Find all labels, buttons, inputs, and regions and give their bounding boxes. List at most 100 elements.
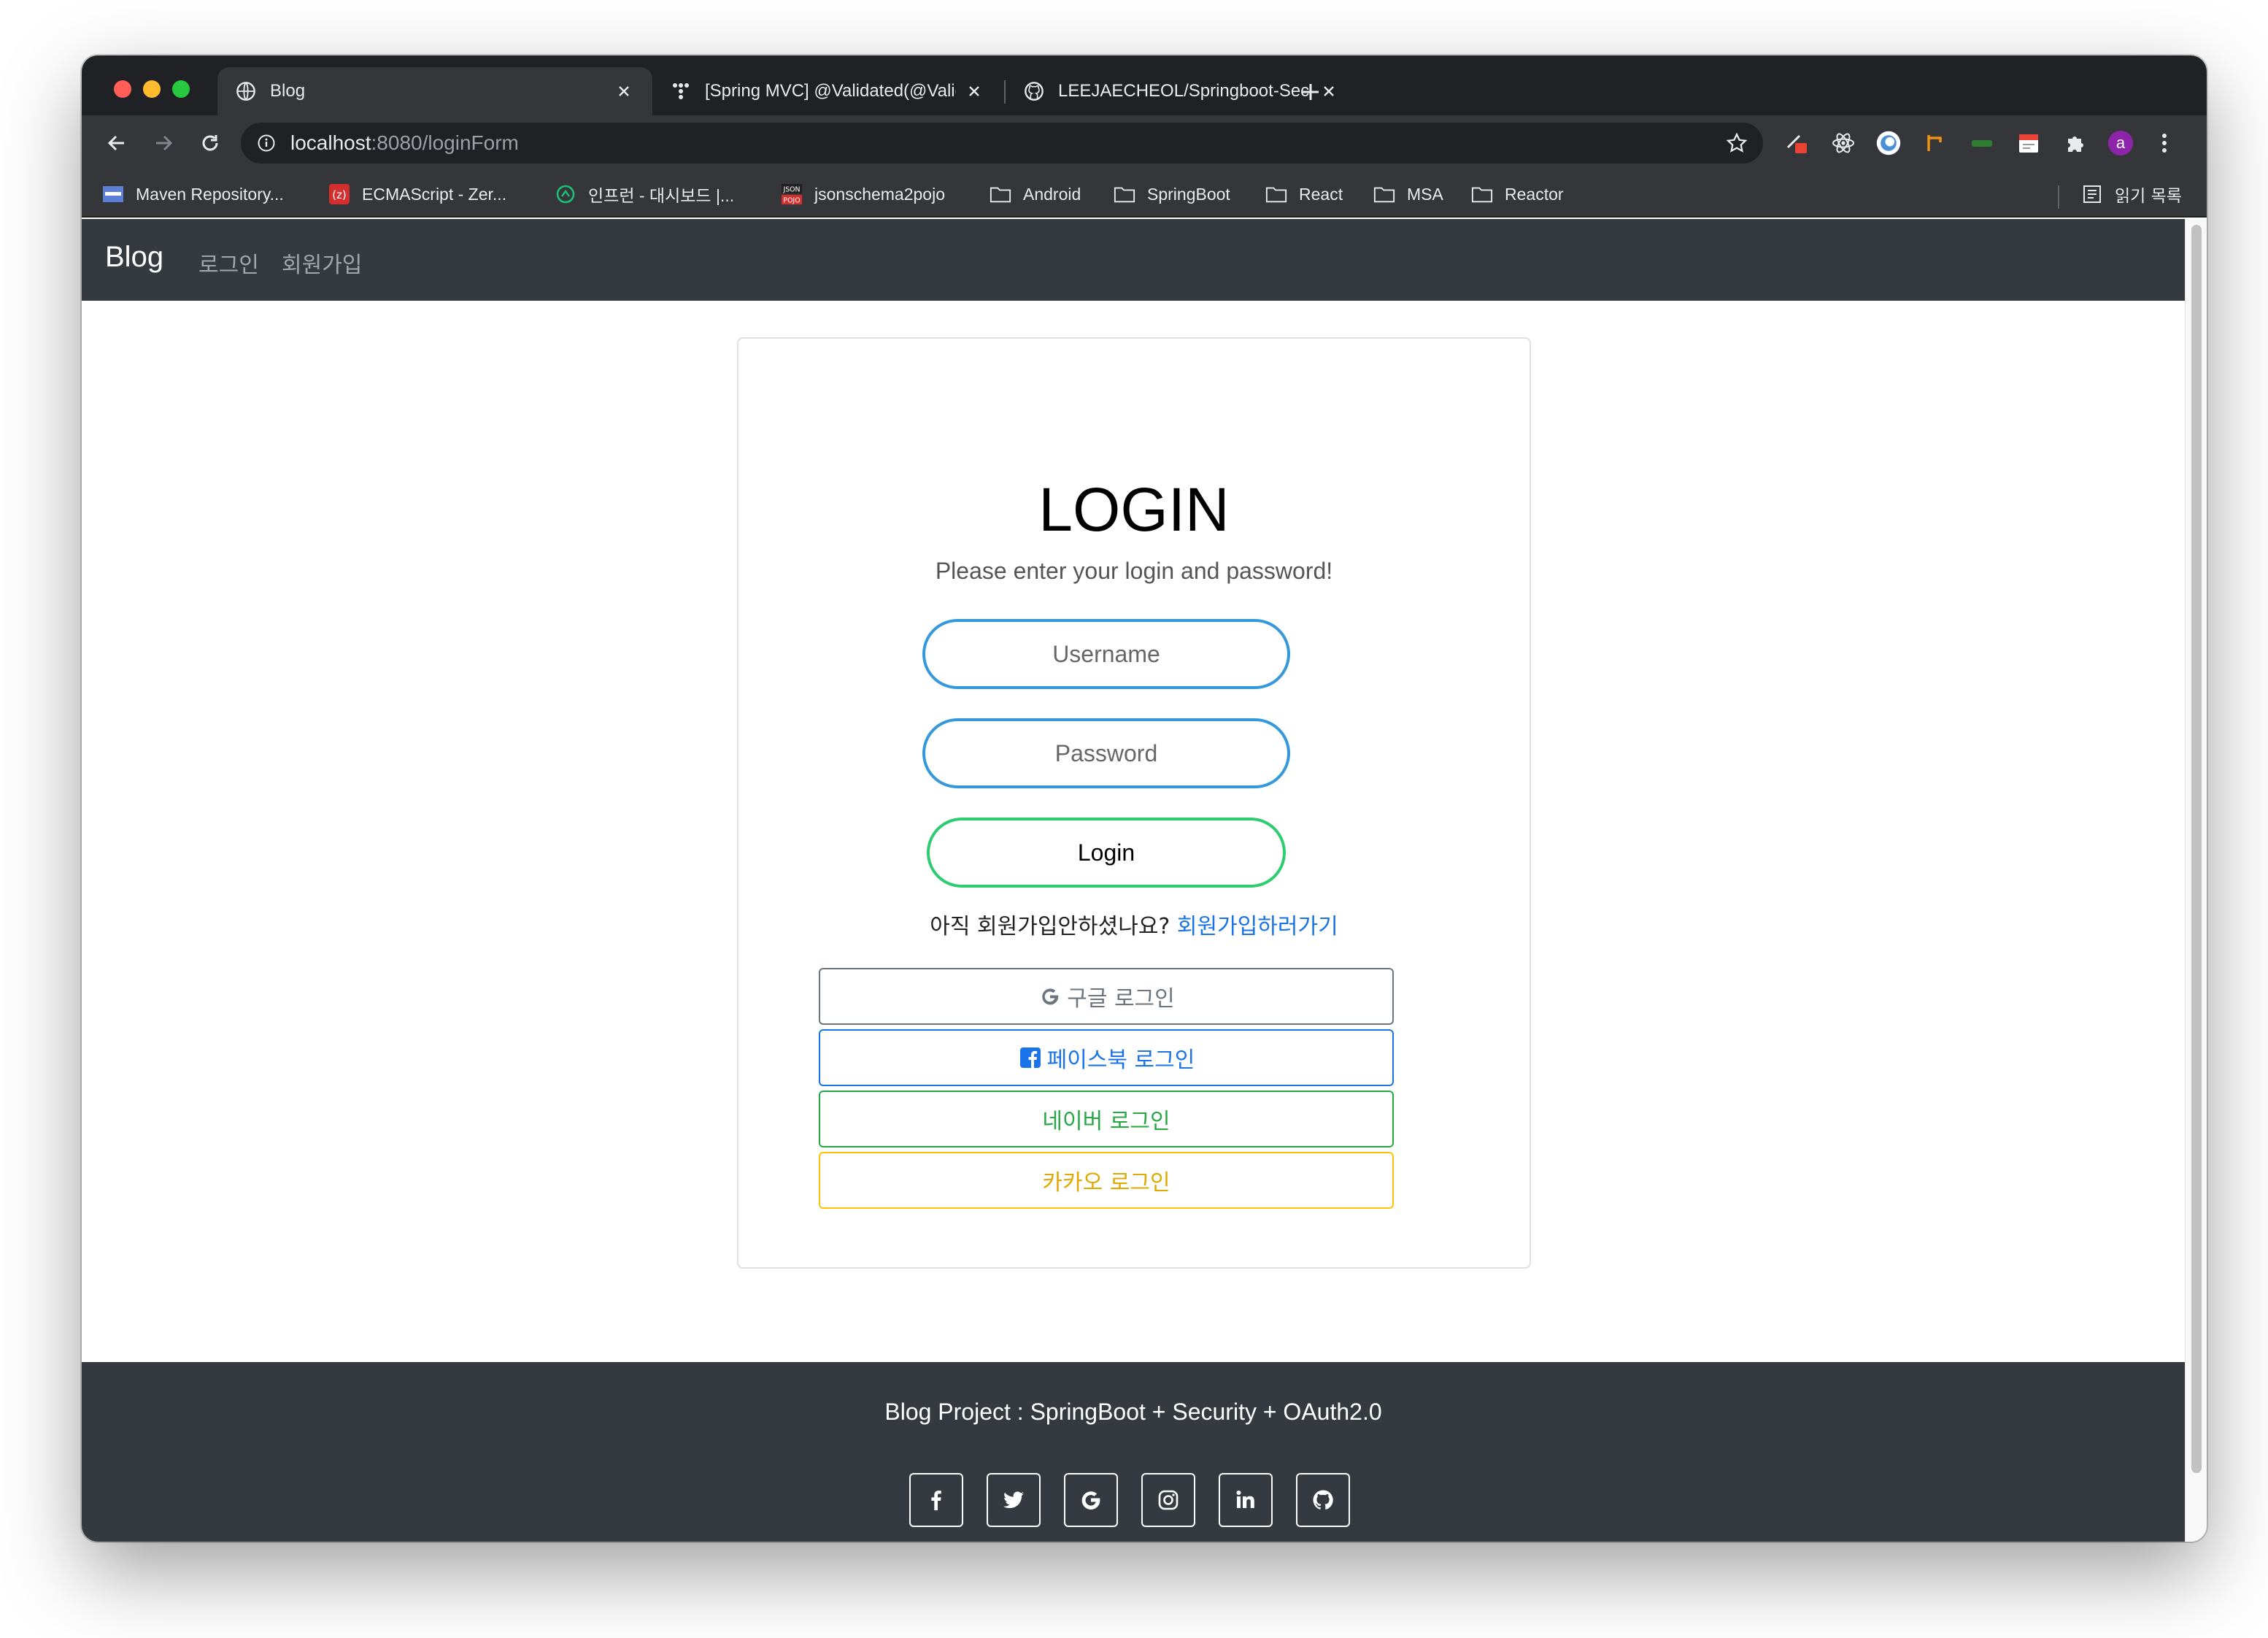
bookmark-label: 인프런 - 대시보드 |... bbox=[588, 186, 735, 205]
footer-facebook-button[interactable] bbox=[909, 1473, 963, 1527]
bookmark-folder-msa[interactable]: MSA bbox=[1373, 178, 1443, 210]
signup-link[interactable]: 회원가입하러가기 bbox=[1177, 914, 1338, 939]
site-info-icon[interactable] bbox=[255, 132, 277, 154]
facebook-login-label: 페이스북 로그인 bbox=[1046, 1047, 1195, 1073]
maven-icon bbox=[102, 183, 124, 205]
bookmark-label: SpringBoot bbox=[1147, 184, 1230, 204]
green-extension-icon[interactable] bbox=[1969, 130, 1995, 156]
signup-prompt-text: 아직 회원가입안하셨나요? bbox=[930, 914, 1170, 939]
username-input[interactable] bbox=[922, 619, 1290, 689]
zoom-window-button[interactable] bbox=[172, 80, 190, 98]
brand-link[interactable]: Blog bbox=[105, 241, 163, 274]
bookmark-jsonschema2pojo[interactable]: JSON POJO jsonschema2pojo bbox=[781, 178, 945, 210]
zero-icon: (z) bbox=[328, 183, 350, 205]
close-icon[interactable] bbox=[613, 80, 635, 102]
globe-icon bbox=[235, 80, 257, 102]
footer-text: Blog Project : SpringBoot + Security + O… bbox=[884, 1399, 1382, 1425]
profile-initial: a bbox=[2115, 134, 2126, 152]
reading-list-label: 읽기 목록 bbox=[2115, 187, 2182, 206]
site-navbar: Blog 로그인 회원가입 bbox=[82, 219, 2185, 301]
bookmark-inflearn[interactable]: 인프런 - 대시보드 |... bbox=[555, 178, 734, 210]
back-button[interactable] bbox=[102, 128, 131, 158]
kakao-login-label: 카카오 로그인 bbox=[1042, 1170, 1170, 1196]
instagram-icon bbox=[1158, 1490, 1179, 1510]
bookmark-folder-react[interactable]: React bbox=[1265, 178, 1343, 210]
bookmark-ecmascript[interactable]: (z) ECMAScript - Zer... bbox=[328, 178, 506, 210]
linkedin-icon bbox=[1236, 1491, 1254, 1508]
close-window-button[interactable] bbox=[114, 80, 131, 98]
login-button[interactable]: Login bbox=[927, 818, 1286, 888]
login-card: LOGIN Please enter your login and passwo… bbox=[737, 337, 1531, 1269]
bookmark-folder-android[interactable]: Android bbox=[990, 178, 1081, 210]
tab-spring-mvc[interactable]: [Spring MVC] @Validated(@Valid) bbox=[652, 67, 1003, 115]
calendar-extension-icon[interactable] bbox=[2016, 130, 2042, 156]
page-scrollbar[interactable] bbox=[2185, 219, 2207, 1542]
bookmark-folder-reactor[interactable]: Reactor bbox=[1471, 178, 1564, 210]
more-menu-icon[interactable] bbox=[2151, 130, 2178, 156]
nav-login-link[interactable]: 로그인 bbox=[198, 247, 259, 279]
svg-text:POJO: POJO bbox=[783, 196, 800, 204]
naver-login-label: 네이버 로그인 bbox=[1042, 1109, 1170, 1134]
react-devtools-icon[interactable] bbox=[1830, 130, 1856, 156]
facebook-icon bbox=[931, 1491, 941, 1510]
tab-strip: Blog [Spring MVC] @Validated(@Valid) LEE… bbox=[82, 55, 2207, 115]
reading-list-button[interactable]: 읽기 목록 bbox=[2081, 178, 2182, 210]
browser-toolbar: localhost:8080/loginForm a bbox=[82, 115, 2207, 171]
bookmarks-divider bbox=[2058, 185, 2059, 209]
page-viewport: Blog 로그인 회원가입 LOGIN Please enter your lo… bbox=[82, 219, 2185, 1542]
git-extension-icon[interactable] bbox=[1922, 130, 1948, 156]
bookmark-label: jsonschema2pojo bbox=[814, 184, 946, 204]
login-subtitle: Please enter your login and password! bbox=[935, 558, 1333, 584]
footer-github-button[interactable] bbox=[1296, 1473, 1350, 1527]
footer-twitter-button[interactable] bbox=[987, 1473, 1041, 1527]
reload-button[interactable] bbox=[196, 128, 225, 158]
minimize-window-button[interactable] bbox=[143, 80, 161, 98]
bookmarks-bar: Maven Repository... (z) ECMAScript - Zer… bbox=[82, 171, 2207, 218]
bookmark-label: Maven Repository... bbox=[136, 184, 284, 204]
facebook-icon bbox=[1018, 1045, 1043, 1070]
svg-text:JSON: JSON bbox=[782, 185, 800, 193]
google-login-button[interactable]: 구글 로그인 bbox=[819, 968, 1394, 1025]
password-input[interactable] bbox=[922, 718, 1290, 788]
tab-title: LEEJAECHEOL/Springboot-Security bbox=[1058, 81, 1311, 101]
twitter-icon bbox=[1003, 1491, 1024, 1509]
google-icon bbox=[1081, 1491, 1100, 1510]
nav-signup-link[interactable]: 회원가입 bbox=[282, 247, 362, 279]
bookmark-folder-springboot[interactable]: SpringBoot bbox=[1114, 178, 1230, 210]
bookmark-label: Android bbox=[1023, 184, 1081, 204]
github-icon bbox=[1313, 1490, 1333, 1510]
bookmark-label: ECMAScript - Zer... bbox=[362, 184, 507, 204]
bookmark-star-icon[interactable] bbox=[1725, 131, 1748, 155]
folder-icon bbox=[1471, 183, 1493, 205]
json-pojo-icon: JSON POJO bbox=[781, 183, 803, 205]
naver-login-button[interactable]: 네이버 로그인 bbox=[819, 1091, 1394, 1147]
github-icon bbox=[1023, 80, 1045, 102]
footer-instagram-button[interactable] bbox=[1141, 1473, 1195, 1527]
forward-button[interactable] bbox=[149, 128, 178, 158]
url-text: localhost:8080/loginForm bbox=[290, 131, 519, 155]
scrollbar-thumb[interactable] bbox=[2191, 225, 2202, 1473]
kakao-login-button[interactable]: 카카오 로그인 bbox=[819, 1152, 1394, 1209]
bookmark-label: MSA bbox=[1407, 184, 1443, 204]
url-path: :8080/loginForm bbox=[371, 131, 519, 154]
address-bar[interactable]: localhost:8080/loginForm bbox=[241, 123, 1763, 164]
folder-icon bbox=[1265, 183, 1287, 205]
footer-linkedin-button[interactable] bbox=[1219, 1473, 1273, 1527]
pen-extension-icon[interactable] bbox=[1783, 130, 1810, 156]
profile-avatar[interactable]: a bbox=[2107, 130, 2134, 156]
bookmark-maven[interactable]: Maven Repository... bbox=[102, 178, 284, 210]
login-title: LOGIN bbox=[1038, 475, 1230, 544]
folder-icon bbox=[1373, 183, 1395, 205]
reading-list-icon bbox=[2081, 183, 2103, 205]
close-icon[interactable] bbox=[963, 80, 985, 102]
tab-title: Blog bbox=[270, 81, 306, 101]
puzzle-icon[interactable] bbox=[2062, 130, 2088, 156]
google-icon bbox=[1038, 984, 1062, 1009]
folder-icon bbox=[1114, 183, 1135, 205]
facebook-login-button[interactable]: 페이스북 로그인 bbox=[819, 1029, 1394, 1086]
tab-blog[interactable]: Blog bbox=[217, 67, 652, 115]
footer-google-button[interactable] bbox=[1064, 1473, 1118, 1527]
new-tab-button[interactable] bbox=[1296, 77, 1325, 107]
svg-text:(z): (z) bbox=[332, 188, 347, 201]
circle-extension-icon[interactable] bbox=[1875, 130, 1902, 156]
